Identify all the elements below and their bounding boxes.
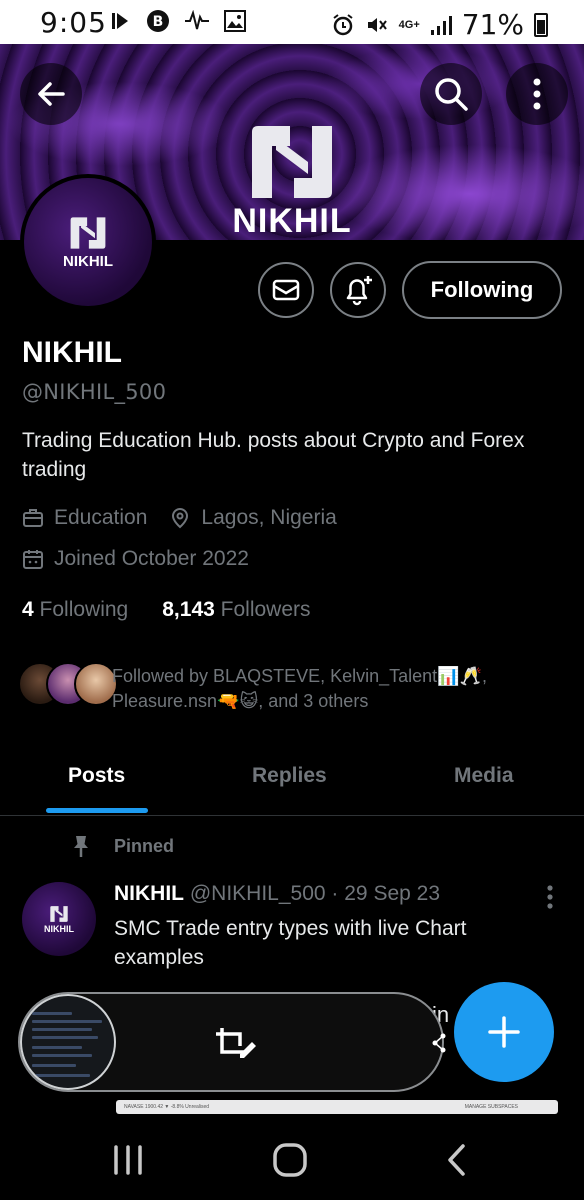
battery-percent: 71% bbox=[461, 8, 524, 41]
following-label: Following bbox=[39, 598, 129, 621]
pin-icon bbox=[74, 836, 88, 857]
profile-category: Education bbox=[54, 506, 148, 529]
profile-bio: Trading Education Hub. posts about Crypt… bbox=[22, 429, 525, 481]
recent-apps-icon bbox=[114, 1145, 142, 1175]
home-icon bbox=[273, 1143, 307, 1177]
profile-tabs: Posts Replies Media bbox=[0, 744, 584, 816]
share-icon bbox=[432, 1033, 446, 1053]
profile-name: NIKHIL bbox=[22, 336, 122, 369]
post-text: SMC Trade entry types with live Chart ex… bbox=[114, 917, 467, 969]
compose-post-button[interactable] bbox=[454, 982, 554, 1082]
share-button[interactable] bbox=[432, 1032, 446, 1059]
pinned-label: Pinned bbox=[114, 835, 175, 856]
post-handle: @NIKHIL_500 bbox=[189, 882, 326, 905]
battery-icon bbox=[534, 12, 548, 37]
system-back-button[interactable] bbox=[436, 1140, 476, 1180]
crop-edit-button[interactable] bbox=[214, 1026, 258, 1067]
status-bar: 9:05 B 4G+ 71% bbox=[0, 0, 584, 44]
crop-edit-icon bbox=[216, 1028, 256, 1058]
arrow-left-icon bbox=[38, 82, 65, 106]
home-button[interactable] bbox=[270, 1140, 310, 1180]
location-pin-icon bbox=[172, 507, 189, 529]
strip-left-text: NAVASE 1900.42 ▼ -8.8% Unrealised bbox=[124, 1104, 210, 1110]
more-vertical-icon bbox=[533, 78, 541, 110]
followed-by-line: Followed by BLAQSTEVE, Kelvin_Talent📊🥂, bbox=[112, 666, 487, 686]
profile-meta-row: Education Lagos, Nigeria bbox=[22, 506, 337, 530]
search-button[interactable] bbox=[420, 63, 482, 125]
followers-count: 8,143 bbox=[162, 598, 215, 621]
following-link[interactable]: 4 Following bbox=[22, 598, 128, 622]
alarm-icon bbox=[333, 13, 353, 35]
profile-handle: @NIKHIL_500 bbox=[22, 380, 167, 404]
followed-by-line: Pleasure.nsn🔫😺, and 3 others bbox=[112, 691, 369, 711]
banner-logo bbox=[252, 126, 332, 198]
network-type: 4G+ bbox=[398, 18, 420, 31]
bitcoin-icon: B bbox=[147, 10, 169, 32]
tab-posts[interactable]: Posts bbox=[68, 764, 125, 788]
more-options-button[interactable] bbox=[506, 63, 568, 125]
avatar-name: NIKHIL bbox=[63, 252, 113, 270]
post-author[interactable]: NIKHIL bbox=[114, 882, 184, 905]
profile-joined: Joined October 2022 bbox=[54, 547, 249, 570]
more-vertical-icon bbox=[547, 885, 553, 909]
strip-right-text: MANAGE SUBSPACES bbox=[464, 1104, 518, 1110]
post-header: NIKHIL @NIKHIL_500 · 29 Sep 23 bbox=[114, 882, 440, 906]
svg-text:B: B bbox=[153, 14, 164, 30]
browser-strip-preview: NAVASE 1900.42 ▼ -8.8% Unrealised MANAGE… bbox=[116, 1100, 558, 1114]
post-more-button[interactable] bbox=[546, 884, 554, 915]
message-button[interactable] bbox=[258, 262, 314, 318]
search-icon bbox=[435, 78, 468, 111]
back-button[interactable] bbox=[20, 63, 82, 125]
briefcase-icon bbox=[23, 509, 43, 527]
post-avatar-logo bbox=[50, 905, 68, 922]
followers-link[interactable]: 8,143 Followers bbox=[162, 598, 310, 622]
following-button[interactable]: Following bbox=[402, 261, 562, 319]
system-nav-bar bbox=[0, 1118, 584, 1200]
profile-avatar[interactable]: NIKHIL bbox=[20, 174, 156, 310]
status-time: 9:05 bbox=[40, 6, 107, 39]
profile-location: Lagos, Nigeria bbox=[201, 506, 337, 529]
chevron-left-icon bbox=[448, 1144, 465, 1176]
profile-joined-row: Joined October 2022 bbox=[22, 547, 249, 571]
tab-media[interactable]: Media bbox=[454, 764, 514, 788]
post-avatar-name: NIKHIL bbox=[44, 923, 74, 934]
mute-icon bbox=[367, 17, 387, 32]
avatar-logo bbox=[70, 216, 106, 249]
post-date: · 29 Sep 23 bbox=[331, 882, 441, 905]
post-author-avatar[interactable]: NIKHIL bbox=[22, 882, 96, 956]
bell-plus-icon bbox=[346, 276, 372, 306]
mail-icon bbox=[272, 279, 300, 301]
followed-by-avatars[interactable] bbox=[18, 662, 118, 706]
followers-label: Followers bbox=[220, 598, 311, 621]
pinned-label-row: Pinned bbox=[70, 834, 174, 858]
screenshot-thumbnail[interactable] bbox=[20, 994, 116, 1090]
active-tab-indicator bbox=[46, 808, 148, 813]
gallery-icon bbox=[224, 10, 246, 32]
following-count: 4 bbox=[22, 598, 34, 621]
follow-counts: 4 Following 8,143 Followers bbox=[22, 598, 311, 622]
tab-replies[interactable]: Replies bbox=[252, 764, 327, 788]
recent-apps-button[interactable] bbox=[108, 1140, 148, 1180]
plus-icon bbox=[488, 1016, 520, 1048]
calendar-icon bbox=[23, 550, 43, 569]
media-playing-icon bbox=[112, 13, 128, 29]
voice-wave-icon bbox=[185, 10, 209, 30]
followed-by-text[interactable]: Followed by BLAQSTEVE, Kelvin_Talent📊🥂, … bbox=[112, 664, 562, 714]
notifications-button[interactable] bbox=[330, 262, 386, 318]
signal-icon bbox=[430, 15, 452, 35]
